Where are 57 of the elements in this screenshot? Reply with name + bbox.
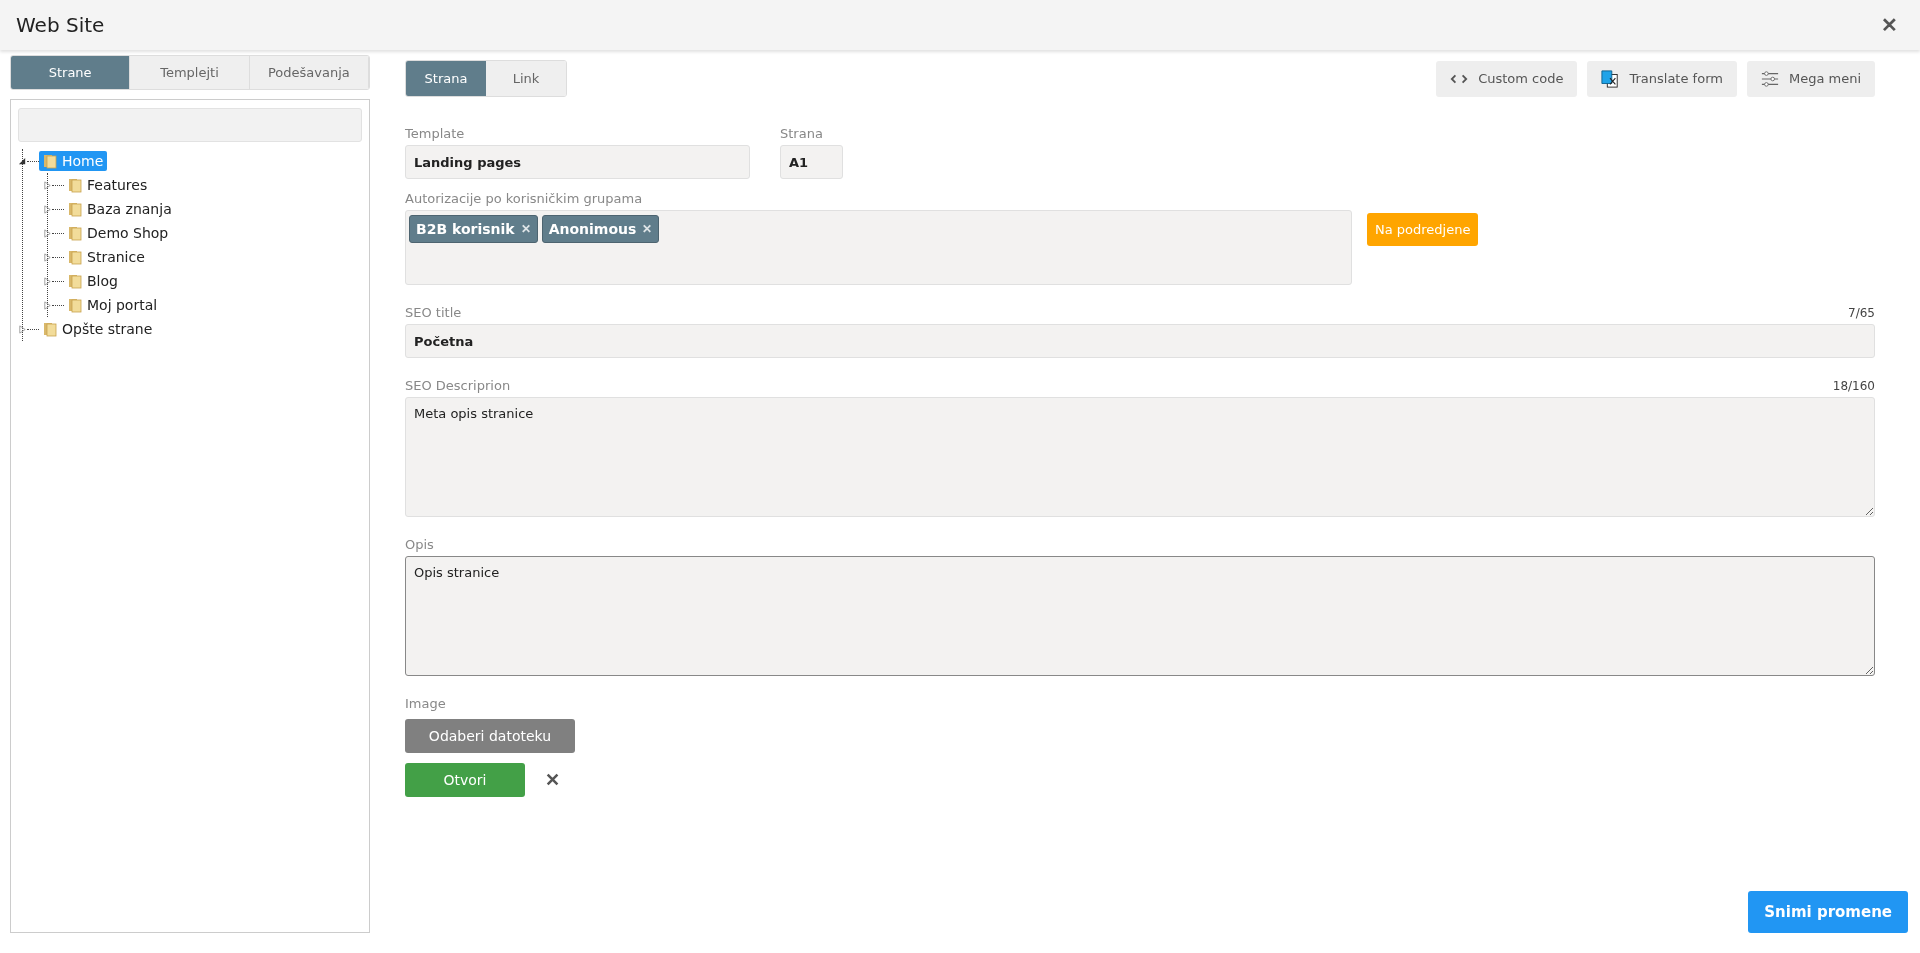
tree-item[interactable]: Blog (64, 271, 122, 291)
field-label: Opis (405, 536, 434, 554)
toolbar-button[interactable]: Custom code (1436, 60, 1578, 97)
template-field[interactable]: Landing pages (405, 145, 750, 179)
expander-icon[interactable] (43, 180, 52, 190)
expander-icon[interactable] (43, 276, 52, 286)
folder-icon (68, 273, 82, 289)
folder-icon (43, 153, 57, 169)
sliders-icon (1760, 69, 1779, 88)
field-label: SEO Descriprion (405, 377, 511, 395)
field-label: SEO title (405, 304, 462, 322)
sidebar-tab[interactable]: Strane (11, 56, 131, 89)
tree-item[interactable]: Demo Shop (64, 223, 173, 243)
character-counter: 18/160 (1832, 378, 1875, 395)
tags-field[interactable]: B2B korisnik ✕ Anonimous ✕ (405, 210, 1352, 285)
tab[interactable]: Link (486, 61, 566, 96)
tree-item[interactable]: Opšte strane (39, 319, 157, 339)
window-title: Web Site (16, 13, 105, 37)
tag: Anonimous ✕ (541, 215, 660, 243)
folder-icon (68, 249, 82, 265)
seo-title-field[interactable]: Početna (405, 324, 1875, 358)
expander-icon[interactable] (18, 324, 27, 334)
tree-item[interactable]: Baza znanja (64, 199, 176, 219)
toolbar-button[interactable]: Mega meni (1746, 60, 1875, 97)
expander-icon[interactable] (43, 228, 52, 238)
close-button[interactable]: ✕ (1875, 11, 1904, 39)
remove-tag-button[interactable]: ✕ (642, 222, 653, 236)
tag: B2B korisnik ✕ (409, 215, 538, 243)
field-label: Strana (780, 125, 824, 143)
tree-item[interactable]: Moj portal (64, 295, 162, 315)
folder-icon (68, 297, 82, 313)
expander-icon[interactable] (43, 252, 52, 262)
seo-description-field[interactable]: Meta opis stranice (405, 397, 1875, 517)
sidebar-tab[interactable]: Podešavanja (249, 56, 369, 89)
toolbar-button[interactable]: Translate form (1587, 60, 1737, 97)
remove-button[interactable]: ✕ (541, 769, 564, 791)
tree-item[interactable]: Features (64, 175, 152, 195)
character-counter: 7/65 (1848, 305, 1875, 322)
folder-icon (68, 225, 82, 241)
search-field[interactable] (18, 108, 362, 142)
tab[interactable]: Strana (406, 61, 486, 96)
choose-file-button[interactable]: Odaberi datoteku (405, 719, 575, 753)
field-label: Image (405, 695, 446, 713)
folder-icon (43, 321, 57, 337)
sidebar-tab[interactable]: Templejti (130, 56, 250, 89)
page-field[interactable]: A1 (780, 145, 843, 179)
folder-icon (68, 201, 82, 217)
folder-icon (68, 177, 82, 193)
translate-icon (1601, 69, 1620, 88)
field-label: Template (405, 125, 466, 143)
remove-tag-button[interactable]: ✕ (520, 222, 531, 236)
tree-item[interactable]: Stranice (64, 247, 149, 267)
expander-icon[interactable] (18, 156, 27, 166)
expander-icon[interactable] (43, 204, 52, 214)
field-label: Autorizacije po korisničkim grupama (405, 190, 644, 208)
description-field[interactable]: Opis stranice (405, 556, 1875, 676)
expander-icon[interactable] (43, 300, 52, 310)
